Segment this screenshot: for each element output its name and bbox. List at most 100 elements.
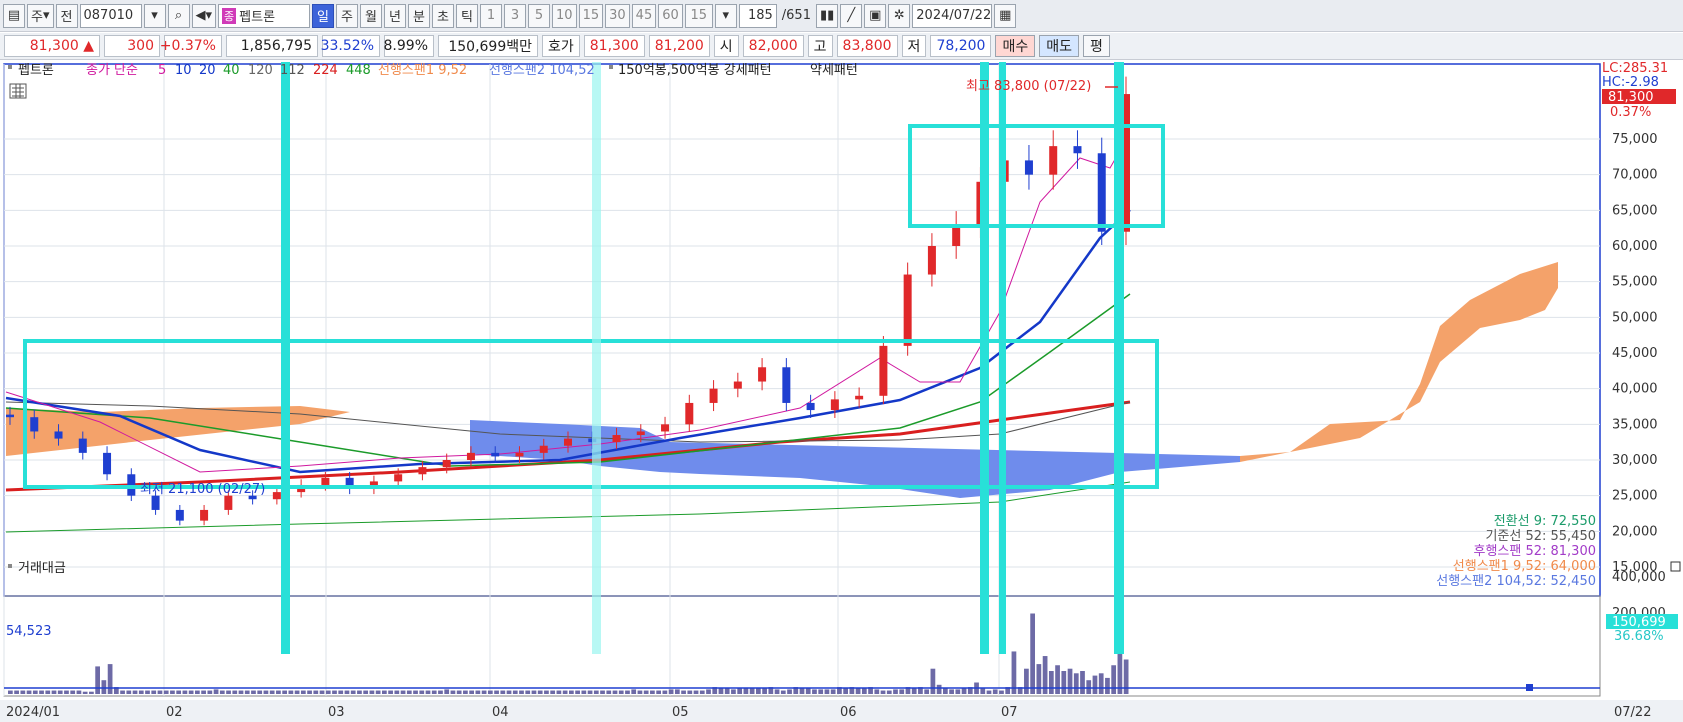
speaker-icon[interactable]: ◀▾ bbox=[191, 3, 217, 28]
volume-bar bbox=[163, 690, 169, 694]
candle-body bbox=[855, 395, 864, 400]
volume-bar bbox=[450, 690, 456, 694]
bid-cell: 81,200 bbox=[648, 35, 710, 57]
interval-10[interactable]: 10 bbox=[552, 3, 577, 28]
interval-15[interactable]: 15 bbox=[578, 3, 604, 28]
volume-bar bbox=[388, 690, 393, 694]
volume-bar bbox=[413, 690, 418, 694]
panel-close-icon[interactable] bbox=[1670, 561, 1681, 572]
volume-bar bbox=[1098, 673, 1104, 694]
tab-week[interactable]: 주 bbox=[336, 3, 359, 28]
x-axis-label: 04 bbox=[492, 705, 509, 720]
volume-bar bbox=[32, 690, 38, 694]
interval-45[interactable]: 45 bbox=[631, 3, 657, 28]
x-axis-label: 03 bbox=[328, 705, 345, 720]
volume-bar bbox=[1080, 671, 1085, 694]
date-input[interactable]: 2024/07/22 bbox=[912, 3, 993, 28]
search-icon[interactable]: ⌕ bbox=[167, 3, 190, 28]
volume-bar bbox=[45, 690, 51, 694]
legend-ma-label: 종가 단순 bbox=[86, 63, 138, 78]
tab-year[interactable]: 년 bbox=[384, 3, 407, 28]
volume-bar bbox=[176, 690, 182, 694]
interval-3[interactable]: 3 bbox=[504, 3, 527, 28]
market-type-select[interactable]: 주 ▾ bbox=[27, 3, 54, 28]
tab-tick[interactable]: 틱 bbox=[456, 3, 479, 28]
volume-bar bbox=[76, 690, 82, 694]
volume-bar bbox=[325, 690, 331, 694]
candle-body bbox=[394, 474, 403, 482]
volume-bar bbox=[980, 688, 986, 694]
volume-bar bbox=[444, 689, 450, 694]
interval-dropdown-icon[interactable]: ▾ bbox=[714, 3, 737, 28]
legend-ma-448: 448 bbox=[346, 63, 371, 78]
low-cell: 78,200 bbox=[930, 35, 992, 57]
volume-bar bbox=[419, 690, 425, 694]
legend-weak: 약세패턴 bbox=[810, 63, 858, 78]
candle-body bbox=[685, 402, 694, 425]
code-dropdown-icon[interactable]: ▾ bbox=[143, 3, 166, 28]
legend-span2: 선행스팬2 104,52 bbox=[489, 62, 595, 78]
tab-month[interactable]: 월 bbox=[360, 3, 383, 28]
buy-button[interactable]: 매수 bbox=[995, 35, 1036, 57]
line-tool-icon[interactable]: ╱ bbox=[840, 3, 863, 28]
stock-name-field[interactable]: 종 펩트론 bbox=[218, 3, 311, 28]
volume-bar bbox=[830, 689, 836, 694]
candle-body bbox=[78, 438, 87, 453]
interval-60[interactable]: 60 bbox=[658, 3, 683, 28]
price-axis-label: 35,000 bbox=[1612, 417, 1658, 432]
price-axis-label: 60,000 bbox=[1612, 239, 1658, 254]
interval-5[interactable]: 5 bbox=[528, 3, 551, 28]
tab-day[interactable]: 일 bbox=[312, 3, 335, 28]
legend-span1: 선행스팬1 9,52 bbox=[378, 62, 467, 78]
price-axis-label: 50,000 bbox=[1612, 310, 1658, 325]
stock-chart[interactable]: 펩트론 종가 단순 5 10 20 40 120 112 224 448 선행스… bbox=[0, 62, 1683, 722]
code-input[interactable]: 087010 bbox=[79, 3, 142, 28]
volume-bar bbox=[930, 668, 936, 694]
candle-body bbox=[758, 367, 767, 382]
change-pct-cell: +0.37% bbox=[160, 35, 222, 57]
candle-body bbox=[103, 452, 112, 475]
ratio1-cell: 33.52% bbox=[321, 35, 380, 57]
legend-ma-40: 40 bbox=[223, 63, 240, 78]
volume-bar bbox=[631, 689, 637, 694]
volume-bar bbox=[157, 690, 163, 694]
menu-icon[interactable]: ▤ bbox=[3, 3, 25, 28]
price-axis-label: 55,000 bbox=[1612, 275, 1658, 290]
volume-bar bbox=[525, 690, 531, 694]
candle-body bbox=[1024, 160, 1033, 175]
legend-ma-10: 10 bbox=[175, 63, 192, 78]
legend-name: 펩트론 bbox=[18, 63, 54, 78]
tab-second[interactable]: 초 bbox=[432, 3, 455, 28]
volume-bar bbox=[120, 690, 125, 694]
eval-button[interactable]: 평 bbox=[1082, 35, 1110, 57]
interval-input[interactable]: 15 bbox=[684, 3, 713, 28]
ichimoku-value: 선행스팬2 104,52: 52,450 bbox=[1436, 573, 1596, 589]
legend-pattern: 150억봉,500억봉 강세패턴 bbox=[618, 63, 772, 78]
vol-pct-label: 36.68% bbox=[1614, 629, 1664, 644]
interval-1[interactable]: 1 bbox=[480, 3, 503, 28]
calendar-icon[interactable]: ▦ bbox=[994, 3, 1017, 28]
save-icon[interactable]: ▣ bbox=[864, 3, 887, 28]
volume-bar bbox=[332, 690, 337, 694]
volume-bar bbox=[238, 690, 244, 694]
volume-bar bbox=[1067, 668, 1073, 694]
candle-body bbox=[661, 424, 670, 432]
volume-bar bbox=[170, 690, 175, 694]
volume-bar bbox=[487, 690, 493, 694]
prev-button[interactable]: 전 bbox=[55, 3, 78, 28]
volume-bar bbox=[625, 690, 630, 694]
candle-icon[interactable]: ▮▮ bbox=[815, 3, 839, 28]
candle-body bbox=[636, 431, 645, 436]
volume-bar bbox=[82, 691, 88, 694]
tab-minute[interactable]: 분 bbox=[408, 3, 431, 28]
volume-bar bbox=[562, 690, 568, 694]
price-axis-label: 25,000 bbox=[1612, 489, 1658, 504]
volume-bar bbox=[843, 688, 848, 694]
volume-bar bbox=[955, 689, 961, 694]
gear-icon[interactable]: ✲ bbox=[888, 3, 911, 28]
sell-button[interactable]: 매도 bbox=[1039, 35, 1079, 57]
interval-30[interactable]: 30 bbox=[605, 3, 630, 28]
volume-bar bbox=[244, 690, 250, 694]
volume-bar bbox=[313, 690, 319, 694]
count-input[interactable]: 185 bbox=[738, 3, 777, 28]
